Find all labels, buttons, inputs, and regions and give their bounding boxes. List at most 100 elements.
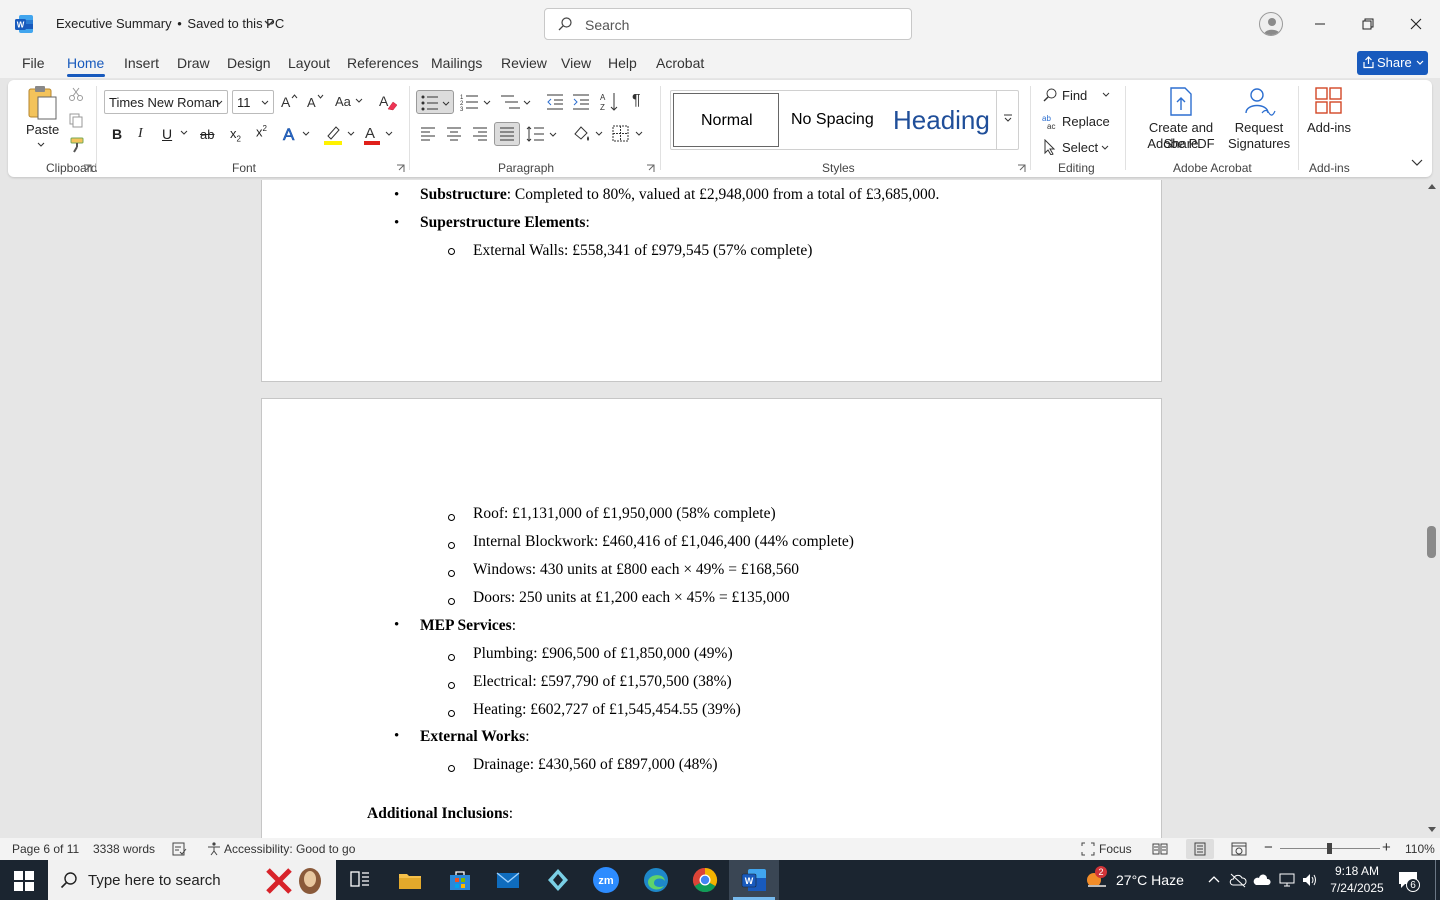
multilevel-list-icon[interactable] [500,93,532,111]
file-explorer-icon[interactable] [396,866,424,894]
item-plumbing[interactable]: Plumbing: £906,500 of £1,850,000 (49%) [473,645,733,663]
select-button[interactable]: Select [1042,138,1114,158]
style-heading[interactable]: Heading [881,93,991,147]
edge-icon[interactable] [642,866,670,894]
taskbar-search-box[interactable]: Type here to search [48,860,336,900]
superscript-icon[interactable]: x2 [256,124,267,139]
chevron-down-icon[interactable] [180,130,188,136]
item-heating[interactable]: Heating: £602,727 of £1,545,454.55 (39%) [473,701,741,719]
focus-mode-button[interactable]: Focus [1099,842,1132,856]
justify-button[interactable] [494,122,520,146]
shrink-font-icon[interactable]: A [306,92,324,110]
page-count[interactable]: Page 6 of 11 [12,842,79,856]
zoom-app-icon[interactable]: zm [592,866,620,894]
zoom-in-icon[interactable]: + [1382,839,1391,856]
tab-view[interactable]: View [561,55,591,71]
chevron-up-icon[interactable] [1207,873,1221,887]
tab-layout[interactable]: Layout [288,55,330,71]
document-page[interactable]: Roof: £1,131,000 of £1,950,000 (58% comp… [261,398,1162,838]
minimize-icon[interactable] [1308,12,1332,36]
onedrive-icon[interactable] [1253,872,1271,888]
borders-icon[interactable] [612,124,644,144]
change-case-icon[interactable]: Aa [334,92,364,110]
align-center-icon[interactable] [446,126,462,142]
underline-icon[interactable]: U [162,126,172,142]
tab-mailings[interactable]: Mailings [431,55,482,71]
shading-icon[interactable] [572,124,604,144]
tab-design[interactable]: Design [227,55,271,71]
zoom-level[interactable]: 110% [1405,842,1435,856]
line-spacing-icon[interactable] [526,125,558,143]
sort-icon[interactable]: AZ [600,91,620,113]
show-desktop-button[interactable] [1435,860,1436,900]
font-name-dropdown[interactable]: Times New Roman [104,90,228,114]
zoom-slider-thumb[interactable] [1327,843,1332,854]
microsoft-store-icon[interactable] [446,866,474,894]
close-icon[interactable] [1404,12,1428,36]
item-internal-blockwork[interactable]: Internal Blockwork: £460,416 of £1,046,4… [473,533,854,551]
highlight-color-icon[interactable] [322,124,356,146]
add-ins-button[interactable]: Add-ins [1304,84,1354,154]
search-box[interactable]: Search [544,8,912,40]
replace-button[interactable]: ab ac Replace [1042,112,1122,132]
proofing-icon[interactable] [172,842,187,856]
cloud-offline-icon[interactable] [1229,872,1247,888]
tab-home[interactable]: Home [67,55,104,71]
paragraph-substructure[interactable]: Substructure: Completed to 80%, valued a… [420,186,939,204]
account-avatar[interactable] [1259,12,1283,36]
task-view-icon[interactable] [346,866,374,894]
numbering-icon[interactable]: 123 [460,93,492,111]
text-effects-icon[interactable]: A [282,124,312,144]
paragraph-mep-services[interactable]: MEP Services: [420,617,516,635]
create-share-pdf-button[interactable]: Create and Share Adobe PDF [1134,84,1228,154]
show-formatting-icon[interactable]: ¶ [632,92,641,110]
tab-help[interactable]: Help [608,55,637,71]
tab-review[interactable]: Review [501,55,547,71]
item-doors[interactable]: Doors: 250 units at £1,200 each × 45% = … [473,589,790,607]
find-button[interactable]: Find [1042,86,1114,106]
styles-more-button[interactable] [996,91,1018,149]
paragraph-superstructure[interactable]: Superstructure Elements: [420,214,590,232]
tab-acrobat[interactable]: Acrobat [656,55,704,71]
item-electrical[interactable]: Electrical: £597,790 of £1,570,500 (38%) [473,673,732,691]
tab-references[interactable]: References [347,55,419,71]
word-taskbar-icon[interactable]: W [740,866,768,894]
tab-draw[interactable]: Draw [177,55,210,71]
collapse-ribbon-icon[interactable] [1410,158,1424,168]
print-layout-button[interactable] [1186,839,1214,859]
taskbar-clock[interactable]: 9:18 AM 7/24/2025 [1330,863,1384,897]
copy-icon[interactable] [68,112,84,128]
bold-icon[interactable]: B [112,126,122,142]
font-size-dropdown[interactable]: 11 [232,90,274,114]
word-count[interactable]: 3338 words [93,842,155,856]
document-title[interactable]: Executive Summary • Saved to this PC [56,16,284,31]
style-normal[interactable]: Normal [673,93,779,147]
align-left-icon[interactable] [420,126,436,142]
increase-indent-icon[interactable] [572,93,590,111]
heading-additional-inclusions[interactable]: Additional Inclusions: [367,805,513,823]
dialog-launcher-icon[interactable] [83,164,92,173]
grow-font-icon[interactable]: A [280,92,298,110]
clear-formatting-icon[interactable]: A [378,92,398,112]
tab-insert[interactable]: Insert [124,55,159,71]
chevron-down-icon[interactable] [262,16,276,30]
mail-icon[interactable] [494,866,522,894]
restore-icon[interactable] [1356,12,1380,36]
italic-icon[interactable]: I [138,126,143,142]
decrease-indent-icon[interactable] [546,93,564,111]
dialog-launcher-icon[interactable] [646,164,655,173]
paste-button[interactable]: Paste [24,84,60,154]
item-roof[interactable]: Roof: £1,131,000 of £1,950,000 (58% comp… [473,505,776,523]
share-button[interactable]: Share [1357,51,1428,75]
document-page[interactable]: • Substructure: Completed to 80%, valued… [261,180,1162,382]
zoom-out-icon[interactable]: − [1264,839,1273,856]
accessibility-status[interactable]: Accessibility: Good to go [224,842,355,856]
dialog-launcher-icon[interactable] [1017,164,1026,173]
chrome-icon[interactable] [691,866,719,894]
dialog-launcher-icon[interactable] [396,164,405,173]
read-mode-icon[interactable] [1152,842,1168,856]
weather-text[interactable]: 27°C Haze [1116,872,1184,888]
scroll-up-icon[interactable] [1427,182,1437,190]
style-no-spacing[interactable]: No Spacing [779,93,887,147]
strikethrough-icon[interactable]: ab [200,127,214,142]
